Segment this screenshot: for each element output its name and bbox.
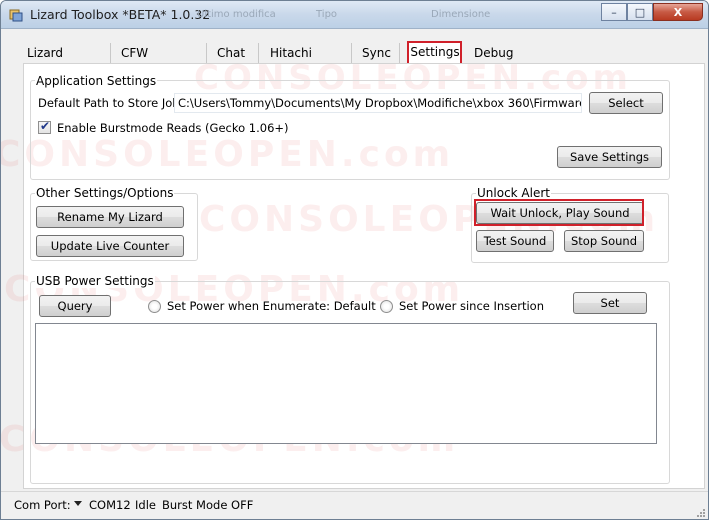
tab-hitachi-flasher[interactable]: Hitachi Flasher bbox=[270, 43, 342, 80]
burstmode-label: Enable Burstmode Reads (Gecko 1.06+) bbox=[57, 121, 289, 135]
default-path-label: Default Path to Store Jobs: bbox=[38, 96, 190, 110]
tab-cfw-generator[interactable]: CFW Generator bbox=[121, 43, 201, 80]
update-live-counter-button[interactable]: Update Live Counter bbox=[36, 235, 184, 257]
tab-separator bbox=[110, 43, 111, 63]
unlock-alert-title: Unlock Alert bbox=[476, 186, 551, 200]
wait-unlock-play-sound-button[interactable]: Wait Unlock, Play Sound bbox=[476, 202, 644, 224]
query-button[interactable]: Query bbox=[39, 295, 111, 317]
tab-chat[interactable]: Chat bbox=[217, 43, 245, 63]
burst-mode-status: Burst Mode OFF bbox=[162, 498, 254, 512]
close-icon: X bbox=[673, 6, 683, 19]
maximize-button[interactable]: □ bbox=[627, 3, 653, 21]
tab-separator bbox=[258, 43, 259, 63]
tab-lizard-interface[interactable]: Lizard Interface bbox=[27, 43, 103, 80]
default-path-field[interactable]: C:\Users\Tommy\Documents\My Dropbox\Modi… bbox=[174, 93, 582, 113]
rename-my-lizard-button[interactable]: Rename My Lizard bbox=[36, 206, 184, 228]
resize-grip-icon[interactable] bbox=[695, 507, 705, 517]
burstmode-checkbox[interactable]: ✔ bbox=[38, 119, 51, 134]
set-button[interactable]: Set bbox=[573, 292, 647, 314]
background-header-text: Dimensione bbox=[431, 9, 491, 20]
power-insertion-label: Set Power since Insertion bbox=[399, 299, 544, 313]
check-icon: ✔ bbox=[40, 119, 51, 133]
tab-settings[interactable]: Settings bbox=[408, 41, 462, 64]
background-header-text: Ultimo modifica bbox=[197, 9, 276, 20]
app-window: Lizard Toolbox *BETA* 1.0.32 Ultimo modi… bbox=[0, 0, 709, 520]
usb-power-output-list[interactable] bbox=[35, 323, 657, 444]
minimize-icon: – bbox=[611, 6, 617, 19]
com-port-label: Com Port: bbox=[14, 498, 71, 512]
tab-sync[interactable]: Sync bbox=[362, 43, 391, 63]
app-icon bbox=[9, 9, 23, 22]
stop-sound-button[interactable]: Stop Sound bbox=[564, 230, 644, 252]
status-bar: Com Port: COM12 Idle Burst Mode OFF bbox=[1, 491, 708, 519]
save-settings-button[interactable]: Save Settings bbox=[557, 146, 662, 168]
chevron-down-icon[interactable] bbox=[74, 501, 82, 506]
other-settings-title: Other Settings/Options bbox=[35, 186, 175, 200]
tab-separator bbox=[206, 43, 207, 63]
com-port-value[interactable]: COM12 bbox=[89, 498, 131, 512]
test-sound-button[interactable]: Test Sound bbox=[476, 230, 554, 252]
power-enumerate-label: Set Power when Enumerate: Default bbox=[167, 299, 376, 313]
title-bar[interactable]: Lizard Toolbox *BETA* 1.0.32 Ultimo modi… bbox=[1, 1, 708, 29]
usb-power-settings-title: USB Power Settings bbox=[35, 274, 155, 288]
minimize-button[interactable]: – bbox=[601, 3, 627, 21]
tab-debug[interactable]: Debug bbox=[474, 43, 513, 63]
tab-separator bbox=[351, 43, 352, 63]
close-button[interactable]: X bbox=[653, 3, 703, 21]
maximize-icon: □ bbox=[634, 6, 646, 19]
select-button[interactable]: Select bbox=[589, 92, 663, 114]
application-settings-title: Application Settings bbox=[35, 74, 158, 88]
power-enumerate-radio[interactable] bbox=[148, 300, 161, 313]
settings-tab-page: CONSOLEOPEN.com CONSOLEOPEN.com CONSOLEO… bbox=[1, 58, 705, 489]
connection-status: Idle bbox=[135, 498, 156, 512]
tab-separator bbox=[399, 43, 400, 63]
power-insertion-radio[interactable] bbox=[380, 300, 393, 313]
background-header-text: Tipo bbox=[316, 9, 338, 20]
window-title: Lizard Toolbox *BETA* 1.0.32 bbox=[30, 7, 211, 22]
